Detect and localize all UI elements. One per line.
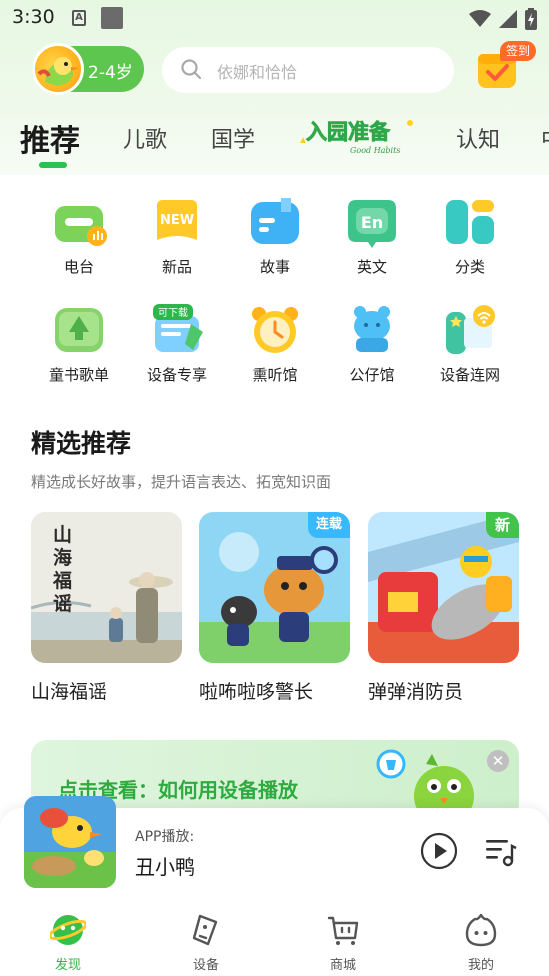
profile-icon [465,913,497,947]
downloadable-tag: 可下载 [158,307,188,319]
grid-item-device-wifi[interactable]: 设备连网 [421,304,519,385]
tab-kindergarten-prep-sub: Good Habits [350,146,400,155]
english-icon-text: En [361,213,383,232]
album-title: 啦咘啦哆警长 [199,681,314,703]
grid-label: 故事 [259,258,290,276]
tab-cognition[interactable]: 认知 [456,122,500,154]
search-placeholder: 依娜和恰恰 [217,63,298,82]
grid-label: 公仔馆 [349,366,395,384]
grid-item-alarm[interactable]: 熏听馆 [226,304,324,385]
status-time: 3:30 [12,6,55,28]
device-wifi-icon [446,305,495,354]
status-badge: 连载 [307,512,350,538]
nav-profile[interactable]: 我的 [441,912,521,973]
tab-songs[interactable]: 儿歌 [123,122,167,154]
tab-kindergarten-prep-label: 入园准备 [306,120,391,144]
tab-recommend[interactable]: 推荐 [20,116,80,160]
grid-label: 分类 [454,258,485,276]
keyboard-a-icon: A [72,10,86,26]
wifi-icon [469,10,491,27]
nav-discover[interactable]: 发现 [28,912,108,973]
bottom-nav: 发现 设备 商城 我的 [0,904,549,976]
english-icon: En [348,200,396,248]
tab-guoxue[interactable]: 国学 [211,122,255,154]
album-title: 山海福谣 [31,681,108,703]
playlist-icon[interactable] [484,834,518,868]
nav-label: 商城 [329,958,356,973]
radio-icon [55,206,107,246]
album-cover: 新 [368,512,519,663]
grid-label: 新品 [161,258,192,276]
kindergarten-prep-banner: 入园准备 Good Habits [300,120,413,155]
new-product-icon: NEW [157,200,197,240]
close-icon[interactable]: ✕ [487,750,509,772]
tab-kindergarten-prep[interactable]: 入园准备 Good Habits [298,113,416,157]
discover-icon [48,915,88,945]
active-tab-indicator [39,162,67,168]
story-icon [251,198,299,244]
device-icon [192,914,218,946]
album-card[interactable]: 连载 啦咘啦哆警长 [199,512,350,704]
alarm-clock-icon [252,307,298,353]
nav-label: 设备 [192,958,219,973]
grid-label: 电台 [63,258,94,276]
grid-label: 英文 [356,258,387,276]
section-title: 精选推荐 [31,429,132,458]
grid-label: 童书歌单 [48,366,109,384]
album-cover-text: 山海福谣 [53,524,73,615]
grid-item-new[interactable]: NEW 新品 [128,196,226,277]
section-subtitle: 精选成长好故事，提升语言表达、拓宽知识面 [31,473,332,491]
grid-item-book-playlist[interactable]: 童书歌单 [30,304,128,385]
book-playlist-icon [55,308,103,352]
grid-item-device-exclusive[interactable]: 可下载 设备专享 [128,304,226,385]
player-track-title: 丑小鸭 [135,855,195,879]
shop-cart-icon [327,916,359,945]
duck-mascot-icon [37,57,79,86]
album-title: 弹弹消防员 [368,681,464,703]
grid-item-radio[interactable]: 电台 [30,196,128,277]
nav-label: 发现 [54,958,81,973]
nav-shop[interactable]: 商城 [303,912,383,973]
status-bar: 3:30 A [0,0,549,36]
search-input[interactable]: 依娜和恰恰 [162,47,454,93]
avatar[interactable] [32,43,84,95]
new-icon-text: NEW [160,213,194,228]
tab-more[interactable]: 中 [541,122,549,154]
album-cover: 山海福谣 [31,512,182,663]
grid-item-category[interactable]: 分类 [421,196,519,277]
album-card[interactable]: 新 弹弹消防员 [368,512,519,704]
play-button[interactable] [420,832,458,870]
checkin-badge[interactable]: 签到 [500,41,537,61]
category-tabs: 推荐 儿歌 国学 认知 中 [0,108,549,168]
device-exclusive-icon: 可下载 [153,304,203,352]
search-icon [181,59,202,80]
grid-item-doll[interactable]: 公仔馆 [323,304,421,385]
signal-icon [499,10,517,28]
notification-square-icon [101,7,123,29]
player-cover[interactable] [24,796,116,888]
doll-icon [354,306,390,352]
age-label: 2-4岁 [88,63,133,83]
grid-label: 设备专享 [146,366,207,384]
category-icon [446,200,494,244]
player-source-label: APP播放: [135,829,195,845]
status-badge: 新 [485,512,519,538]
battery-charging-icon [525,8,537,30]
nav-label: 我的 [467,958,494,973]
grid-label: 熏听馆 [252,366,298,384]
grid-item-story[interactable]: 故事 [226,196,324,277]
album-card[interactable]: 山海福谣 山海福谣 [31,512,182,704]
grid-label: 设备连网 [439,366,500,384]
nav-device[interactable]: 设备 [166,912,246,973]
grid-item-english[interactable]: En 英文 [323,196,421,277]
album-cover: 连载 [199,512,350,663]
